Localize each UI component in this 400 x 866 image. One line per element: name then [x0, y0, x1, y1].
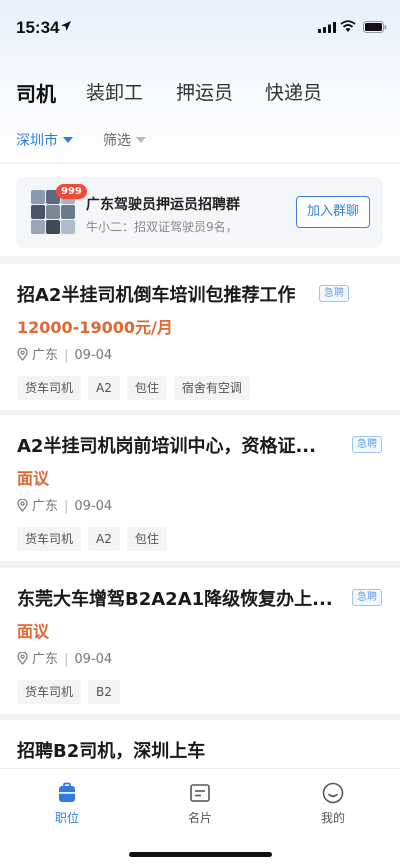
nav-jobs[interactable]: 职位: [37, 781, 97, 826]
urgent-badge: 急聘: [319, 285, 349, 302]
job-tag: 货车司机: [17, 680, 82, 704]
job-tag: 货车司机: [17, 527, 82, 551]
job-tag: B2: [88, 680, 120, 704]
briefcase-icon: [59, 782, 75, 802]
location-arrow-icon: [61, 21, 71, 31]
job-title: 东莞大车增驾B2A2A1降级恢复办上...: [17, 589, 333, 610]
location-pin-icon: [17, 348, 28, 361]
group-banner[interactable]: 999 广东驾驶员押运员招聘群 牛小二：招双证驾驶员9名，工资... 加入群聊: [16, 177, 383, 248]
job-title: A2半挂司机岗前培训中心，资格证...: [17, 436, 316, 457]
urgent-badge: 急聘: [352, 589, 382, 606]
nav-me[interactable]: 我的: [303, 781, 363, 826]
tab-escort[interactable]: 押运员: [176, 78, 233, 105]
nav-card[interactable]: 名片: [170, 781, 230, 826]
job-salary: 12000-19000元/月: [17, 318, 173, 337]
group-title: 广东驾驶员押运员招聘群: [86, 197, 240, 213]
job-salary: 面议: [17, 469, 50, 488]
status-bar: 15:34: [0, 0, 400, 52]
job-card[interactable]: 招聘B2司机，深圳上车: [0, 720, 400, 768]
job-meta: 广东 | 09-04: [17, 648, 112, 667]
job-tags: 货车司机 B2: [17, 680, 127, 704]
smile-face-icon: [322, 782, 344, 804]
job-tags: 货车司机 A2 包住: [17, 527, 174, 551]
dropdown-triangle-icon: [63, 137, 73, 143]
urgent-badge: 急聘: [352, 436, 382, 453]
home-indicator: [129, 852, 272, 857]
group-last-message: 牛小二：招双证驾驶员9名，工资...: [86, 220, 236, 234]
card-icon: [190, 784, 210, 802]
tab-courier[interactable]: 快递员: [265, 78, 322, 105]
job-location: 广东: [32, 348, 59, 363]
join-group-button[interactable]: 加入群聊: [296, 196, 370, 228]
job-tag: A2: [88, 376, 120, 400]
battery-icon: [363, 21, 387, 33]
filter-bar: 深圳市 筛选: [0, 130, 400, 154]
location-pin-icon: [17, 652, 28, 665]
job-salary: 面议: [17, 622, 50, 641]
city-filter[interactable]: 深圳市: [16, 130, 73, 150]
job-meta: 广东 | 09-04: [17, 344, 112, 363]
unread-badge: 999: [56, 184, 87, 199]
group-card: 999 广东驾驶员押运员招聘群 牛小二：招双证驾驶员9名，工资... 加入群聊: [0, 164, 400, 256]
job-title: 招聘B2司机，深圳上车: [17, 741, 206, 762]
job-date: 09-04: [74, 348, 113, 363]
nav-card-label: 名片: [187, 811, 212, 825]
screen-filter-label: 筛选: [103, 133, 131, 149]
job-card[interactable]: A2半挂司机岗前培训中心，资格证... 急聘 面议 广东 | 09-04 货车司机 A…: [0, 415, 400, 561]
screen-filter[interactable]: 筛选: [103, 130, 146, 150]
dropdown-triangle-icon: [136, 137, 146, 143]
job-tag: 包住: [126, 527, 167, 551]
job-tag: A2: [88, 527, 120, 551]
city-filter-label: 深圳市: [16, 133, 58, 149]
job-location: 广东: [32, 499, 59, 514]
job-card[interactable]: 招A2半挂司机倒车培训包推荐工作 急聘 12000-19000元/月 广东 | 09…: [0, 264, 400, 410]
job-tags: 货车司机 A2 包住 宿舍有空调: [17, 376, 257, 400]
job-tag: 宿舍有空调: [173, 376, 250, 400]
job-tag: 货车司机: [17, 376, 82, 400]
job-location: 广东: [32, 652, 59, 667]
tab-loader[interactable]: 装卸工: [86, 78, 143, 105]
nav-jobs-label: 职位: [54, 811, 79, 825]
status-time: 15:34: [16, 18, 60, 37]
nav-me-label: 我的: [320, 811, 345, 825]
job-card[interactable]: 东莞大车增驾B2A2A1降级恢复办上... 急聘 面议 广东 | 09-04 货车司…: [0, 568, 400, 714]
signal-icon: [318, 22, 336, 33]
tab-driver[interactable]: 司机: [16, 78, 56, 107]
job-date: 09-04: [74, 652, 113, 667]
location-pin-icon: [17, 499, 28, 512]
job-date: 09-04: [74, 499, 113, 514]
wifi-icon: [340, 20, 356, 32]
job-tag: 包住: [126, 376, 167, 400]
job-title: 招A2半挂司机倒车培训包推荐工作: [17, 285, 296, 306]
job-meta: 广东 | 09-04: [17, 495, 112, 514]
category-tabs: 司机 装卸工 押运员 快递员: [0, 78, 400, 112]
